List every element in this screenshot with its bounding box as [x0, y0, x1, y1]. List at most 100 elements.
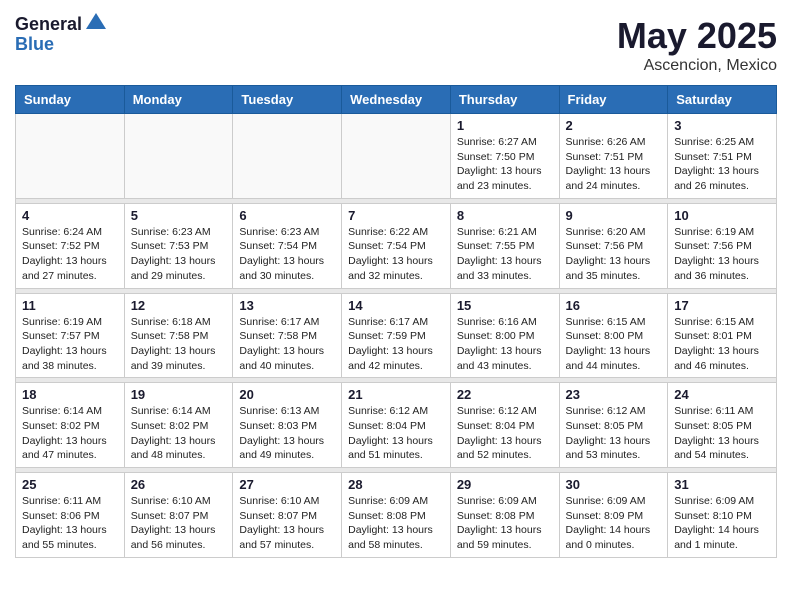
day-number: 3 — [674, 118, 770, 133]
day-number: 5 — [131, 208, 227, 223]
day-number: 24 — [674, 387, 770, 402]
calendar-cell: 2 Sunrise: 6:26 AM Sunset: 7:51 PM Daylig… — [559, 114, 668, 199]
calendar-cell: 5 Sunrise: 6:23 AM Sunset: 7:53 PM Daylig… — [124, 203, 233, 288]
day-number: 4 — [22, 208, 118, 223]
calendar-cell: 10 Sunrise: 6:19 AM Sunset: 7:56 PM Dayli… — [668, 203, 777, 288]
location: Ascencion, Mexico — [617, 57, 777, 75]
logo: General Blue — [15, 15, 108, 55]
calendar-cell: 23 Sunrise: 6:12 AM Sunset: 8:05 PM Dayli… — [559, 383, 668, 468]
day-content: Sunrise: 6:14 AM Sunset: 8:02 PM Dayligh… — [22, 404, 118, 463]
calendar-cell — [124, 114, 233, 199]
day-content: Sunrise: 6:23 AM Sunset: 7:53 PM Dayligh… — [131, 225, 227, 284]
day-content: Sunrise: 6:14 AM Sunset: 8:02 PM Dayligh… — [131, 404, 227, 463]
calendar-cell — [233, 114, 342, 199]
day-number: 11 — [22, 298, 118, 313]
day-number: 16 — [566, 298, 662, 313]
day-content: Sunrise: 6:15 AM Sunset: 8:01 PM Dayligh… — [674, 315, 770, 374]
calendar-cell: 20 Sunrise: 6:13 AM Sunset: 8:03 PM Dayli… — [233, 383, 342, 468]
day-content: Sunrise: 6:09 AM Sunset: 8:10 PM Dayligh… — [674, 494, 770, 553]
day-header-wednesday: Wednesday — [342, 86, 451, 114]
calendar-cell: 28 Sunrise: 6:09 AM Sunset: 8:08 PM Dayli… — [342, 473, 451, 558]
calendar-cell — [16, 114, 125, 199]
logo-icon — [84, 11, 108, 35]
day-number: 29 — [457, 477, 553, 492]
day-number: 28 — [348, 477, 444, 492]
calendar-cell: 4 Sunrise: 6:24 AM Sunset: 7:52 PM Daylig… — [16, 203, 125, 288]
calendar-cell: 3 Sunrise: 6:25 AM Sunset: 7:51 PM Daylig… — [668, 114, 777, 199]
day-content: Sunrise: 6:10 AM Sunset: 8:07 PM Dayligh… — [239, 494, 335, 553]
calendar-cell: 24 Sunrise: 6:11 AM Sunset: 8:05 PM Dayli… — [668, 383, 777, 468]
day-content: Sunrise: 6:09 AM Sunset: 8:08 PM Dayligh… — [348, 494, 444, 553]
day-content: Sunrise: 6:21 AM Sunset: 7:55 PM Dayligh… — [457, 225, 553, 284]
title-section: May 2025 Ascencion, Mexico — [617, 15, 777, 75]
calendar-cell — [342, 114, 451, 199]
day-content: Sunrise: 6:11 AM Sunset: 8:06 PM Dayligh… — [22, 494, 118, 553]
day-number: 12 — [131, 298, 227, 313]
calendar-cell: 19Sunrise: 6:14 AM Sunset: 8:02 PM Dayli… — [124, 383, 233, 468]
day-content: Sunrise: 6:19 AM Sunset: 7:56 PM Dayligh… — [674, 225, 770, 284]
day-number: 20 — [239, 387, 335, 402]
day-number: 22 — [457, 387, 553, 402]
day-content: Sunrise: 6:19 AM Sunset: 7:57 PM Dayligh… — [22, 315, 118, 374]
day-number: 7 — [348, 208, 444, 223]
day-number: 8 — [457, 208, 553, 223]
day-header-sunday: Sunday — [16, 86, 125, 114]
calendar-cell: 16Sunrise: 6:15 AM Sunset: 8:00 PM Dayli… — [559, 293, 668, 378]
day-content: Sunrise: 6:17 AM Sunset: 7:58 PM Dayligh… — [239, 315, 335, 374]
day-content: Sunrise: 6:09 AM Sunset: 8:08 PM Dayligh… — [457, 494, 553, 553]
day-content: Sunrise: 6:09 AM Sunset: 8:09 PM Dayligh… — [566, 494, 662, 553]
calendar-cell: 14 Sunrise: 6:17 AM Sunset: 7:59 PM Dayli… — [342, 293, 451, 378]
day-number: 14 — [348, 298, 444, 313]
day-number: 9 — [566, 208, 662, 223]
day-content: Sunrise: 6:16 AM Sunset: 8:00 PM Dayligh… — [457, 315, 553, 374]
day-content: Sunrise: 6:11 AM Sunset: 8:05 PM Dayligh… — [674, 404, 770, 463]
calendar-cell: 8 Sunrise: 6:21 AM Sunset: 7:55 PM Daylig… — [450, 203, 559, 288]
calendar-cell: 29 Sunrise: 6:09 AM Sunset: 8:08 PM Dayli… — [450, 473, 559, 558]
day-number: 13 — [239, 298, 335, 313]
day-content: Sunrise: 6:25 AM Sunset: 7:51 PM Dayligh… — [674, 135, 770, 194]
calendar-cell: 21Sunrise: 6:12 AM Sunset: 8:04 PM Dayli… — [342, 383, 451, 468]
day-content: Sunrise: 6:20 AM Sunset: 7:56 PM Dayligh… — [566, 225, 662, 284]
calendar-cell: 25 Sunrise: 6:11 AM Sunset: 8:06 PM Dayli… — [16, 473, 125, 558]
day-content: Sunrise: 6:22 AM Sunset: 7:54 PM Dayligh… — [348, 225, 444, 284]
calendar-cell: 26Sunrise: 6:10 AM Sunset: 8:07 PM Dayli… — [124, 473, 233, 558]
calendar-cell: 12 Sunrise: 6:18 AM Sunset: 7:58 PM Dayli… — [124, 293, 233, 378]
day-content: Sunrise: 6:23 AM Sunset: 7:54 PM Dayligh… — [239, 225, 335, 284]
logo-blue: Blue — [15, 35, 108, 55]
calendar-cell: 9 Sunrise: 6:20 AM Sunset: 7:56 PM Daylig… — [559, 203, 668, 288]
day-content: Sunrise: 6:24 AM Sunset: 7:52 PM Dayligh… — [22, 225, 118, 284]
logo-general: General — [15, 15, 82, 35]
day-number: 15 — [457, 298, 553, 313]
day-content: Sunrise: 6:27 AM Sunset: 7:50 PM Dayligh… — [457, 135, 553, 194]
day-header-saturday: Saturday — [668, 86, 777, 114]
day-number: 1 — [457, 118, 553, 133]
day-content: Sunrise: 6:12 AM Sunset: 8:05 PM Dayligh… — [566, 404, 662, 463]
calendar-cell: 11 Sunrise: 6:19 AM Sunset: 7:57 PM Dayli… — [16, 293, 125, 378]
day-number: 23 — [566, 387, 662, 402]
day-header-thursday: Thursday — [450, 86, 559, 114]
day-content: Sunrise: 6:13 AM Sunset: 8:03 PM Dayligh… — [239, 404, 335, 463]
day-number: 31 — [674, 477, 770, 492]
calendar-cell: 30Sunrise: 6:09 AM Sunset: 8:09 PM Dayli… — [559, 473, 668, 558]
calendar-cell: 17Sunrise: 6:15 AM Sunset: 8:01 PM Dayli… — [668, 293, 777, 378]
calendar-cell: 6Sunrise: 6:23 AM Sunset: 7:54 PM Daylig… — [233, 203, 342, 288]
calendar-cell: 31 Sunrise: 6:09 AM Sunset: 8:10 PM Dayli… — [668, 473, 777, 558]
day-number: 2 — [566, 118, 662, 133]
day-content: Sunrise: 6:17 AM Sunset: 7:59 PM Dayligh… — [348, 315, 444, 374]
month-year: May 2025 — [617, 15, 777, 57]
day-header-monday: Monday — [124, 86, 233, 114]
day-number: 18 — [22, 387, 118, 402]
calendar-cell: 13 Sunrise: 6:17 AM Sunset: 7:58 PM Dayli… — [233, 293, 342, 378]
calendar-cell: 27Sunrise: 6:10 AM Sunset: 8:07 PM Dayli… — [233, 473, 342, 558]
day-number: 21 — [348, 387, 444, 402]
calendar-cell: 7 Sunrise: 6:22 AM Sunset: 7:54 PM Daylig… — [342, 203, 451, 288]
day-content: Sunrise: 6:10 AM Sunset: 8:07 PM Dayligh… — [131, 494, 227, 553]
calendar-cell: 15 Sunrise: 6:16 AM Sunset: 8:00 PM Dayli… — [450, 293, 559, 378]
day-header-tuesday: Tuesday — [233, 86, 342, 114]
day-content: Sunrise: 6:18 AM Sunset: 7:58 PM Dayligh… — [131, 315, 227, 374]
day-number: 10 — [674, 208, 770, 223]
calendar: SundayMondayTuesdayWednesdayThursdayFrid… — [15, 85, 777, 558]
day-content: Sunrise: 6:26 AM Sunset: 7:51 PM Dayligh… — [566, 135, 662, 194]
day-number: 25 — [22, 477, 118, 492]
page-header: General Blue May 2025 Ascencion, Mexico — [15, 15, 777, 75]
